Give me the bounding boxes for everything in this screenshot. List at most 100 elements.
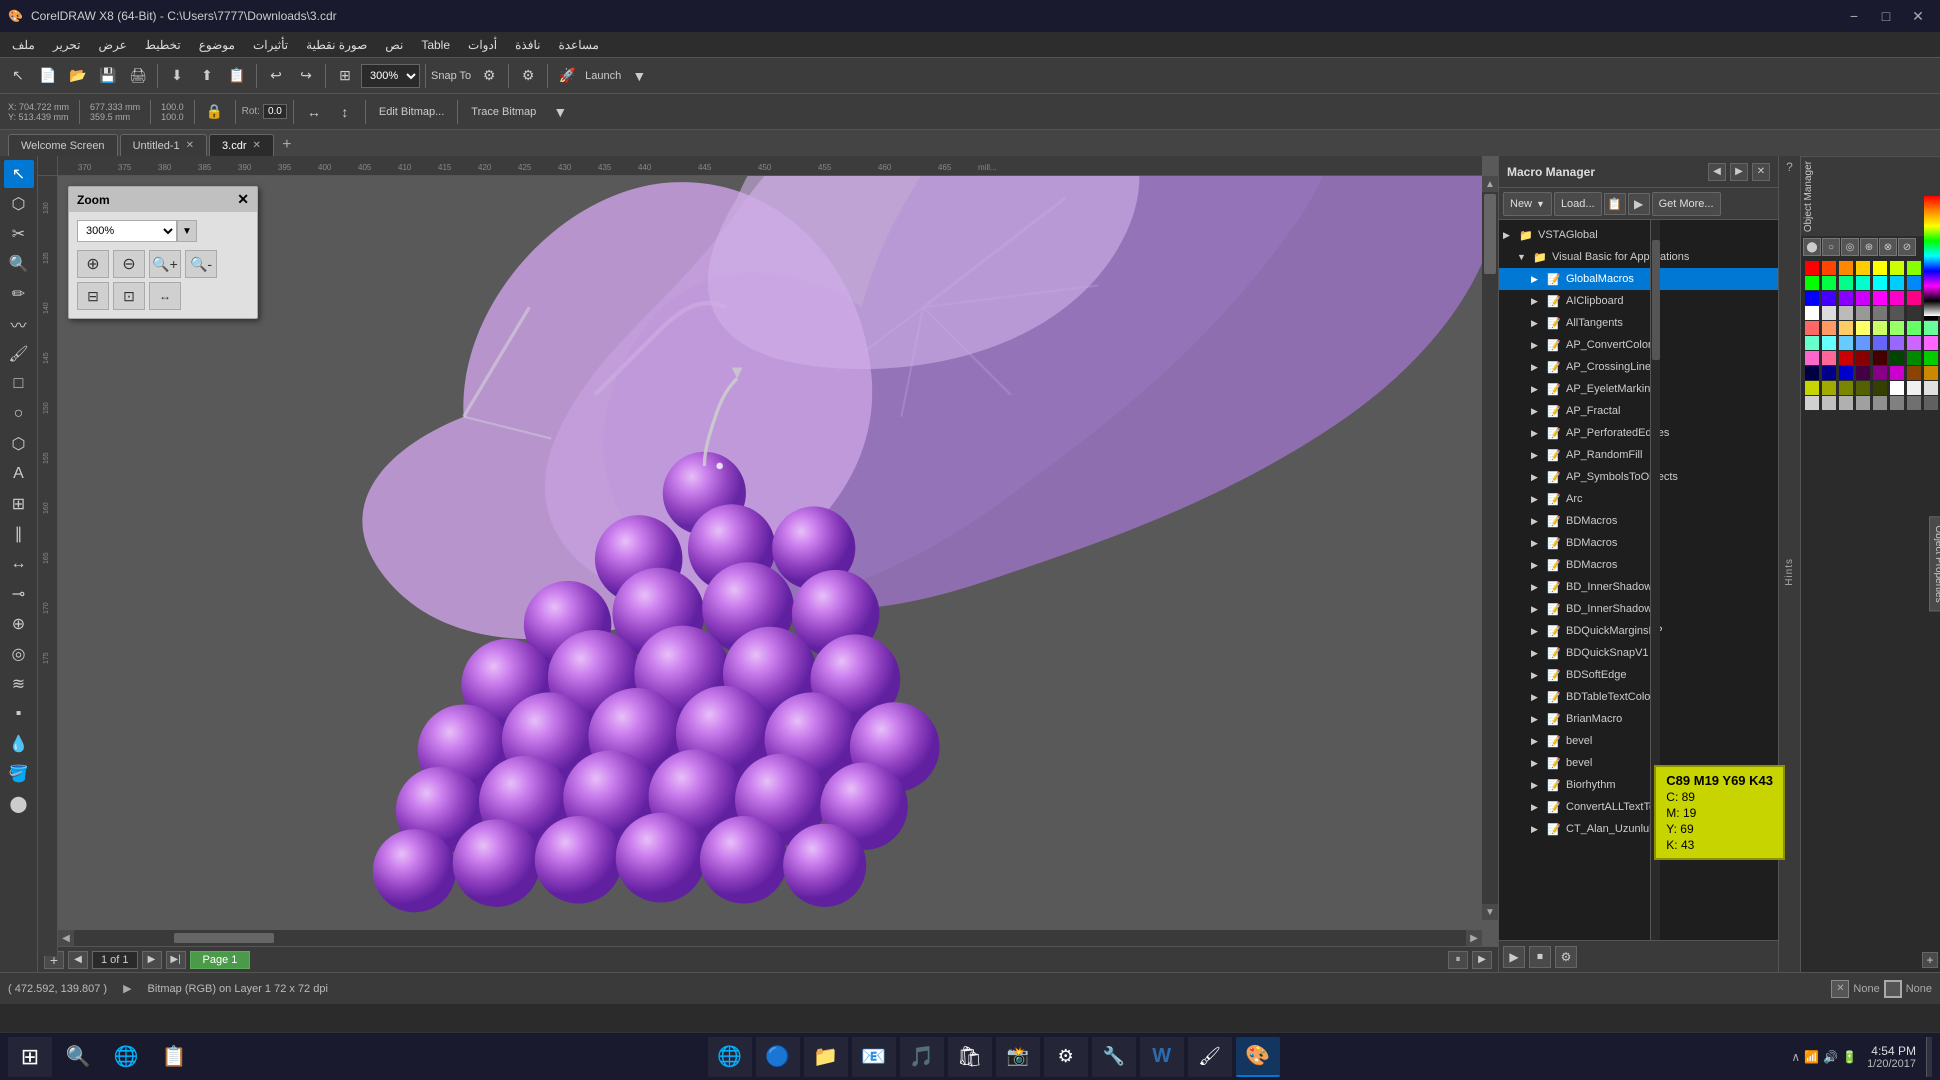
menu-bitmap[interactable]: صورة نقطية <box>298 34 375 56</box>
color-swatch-51[interactable] <box>1856 351 1870 365</box>
color-swatch-52[interactable] <box>1873 351 1887 365</box>
select-tool-btn[interactable]: ↖ <box>4 62 32 90</box>
color-swatch-14[interactable] <box>1907 276 1921 290</box>
tree-item-bdsnap[interactable]: ▶ 📝 BDQuickSnapV1 <box>1499 642 1778 664</box>
color-swatch-4[interactable] <box>1873 261 1887 275</box>
color-swatch-79[interactable] <box>1924 396 1938 410</box>
stroke-color-btn[interactable] <box>1884 980 1902 998</box>
color-swatch-19[interactable] <box>1856 291 1870 305</box>
save-btn[interactable]: 💾 <box>94 62 122 90</box>
color-swatch-37[interactable] <box>1890 321 1904 335</box>
fill-tool[interactable]: 🪣 <box>4 760 34 788</box>
zoom-fit-btn[interactable]: ⊡ <box>113 282 145 310</box>
macro-vba-btn[interactable]: ▶ <box>1628 193 1650 215</box>
color-tool-1[interactable]: ⬤ <box>1803 238 1821 256</box>
nav-pause-btn[interactable]: ⏸ <box>1448 951 1468 969</box>
snap-settings-btn[interactable]: ⚙ <box>475 62 503 90</box>
menu-file[interactable]: ملف <box>4 34 43 56</box>
task-view-button[interactable]: 📋 <box>152 1037 196 1077</box>
zoom-control[interactable]: 300% <box>361 64 420 88</box>
tree-scrollbar-thumb[interactable] <box>1652 240 1660 360</box>
color-swatch-70[interactable] <box>1907 381 1921 395</box>
zoom-in-btn[interactable]: ⊕ <box>77 250 109 278</box>
options-btn[interactable]: ⚙ <box>514 62 542 90</box>
color-swatch-0[interactable] <box>1805 261 1819 275</box>
color-swatch-76[interactable] <box>1873 396 1887 410</box>
zoom-page-width-btn[interactable]: ↔ <box>149 282 181 310</box>
mirror-h-btn[interactable]: ↔ <box>300 98 328 126</box>
tree-item-aprand[interactable]: ▶ 📝 AP_RandomFill <box>1499 444 1778 466</box>
taskbar-app-photos[interactable]: 📸 <box>996 1037 1040 1077</box>
color-swatch-46[interactable] <box>1907 336 1921 350</box>
menu-text[interactable]: نص <box>377 34 411 56</box>
color-swatch-3[interactable] <box>1856 261 1870 275</box>
color-swatch-26[interactable] <box>1839 306 1853 320</box>
color-swatch-13[interactable] <box>1890 276 1904 290</box>
hscroll-thumb[interactable] <box>174 933 274 943</box>
tree-item-apeyelet[interactable]: ▶ 📝 AP_EyeletMarking <box>1499 378 1778 400</box>
macro-panel-next[interactable]: ▶ <box>1730 163 1748 181</box>
vscroll-thumb[interactable] <box>1484 194 1496 274</box>
edit-bitmap-btn[interactable]: Edit Bitmap... <box>372 98 451 126</box>
color-swatch-61[interactable] <box>1890 366 1904 380</box>
color-swatch-71[interactable] <box>1924 381 1938 395</box>
taskbar-app-ie[interactable]: 🔵 <box>756 1037 800 1077</box>
vscroll-down-btn[interactable]: ▼ <box>1482 904 1498 920</box>
tree-item-aicb[interactable]: ▶ 📝 AIClipboard <box>1499 290 1778 312</box>
color-swatch-68[interactable] <box>1873 381 1887 395</box>
nav-next-btn[interactable]: ▶ <box>1472 951 1492 969</box>
color-swatch-9[interactable] <box>1822 276 1836 290</box>
macro-copy-btn[interactable]: 📋 <box>1604 193 1626 215</box>
taskbar-app-tools2[interactable]: 🔧 <box>1092 1037 1136 1077</box>
canvas-hscroll[interactable]: ◀ ▶ <box>58 930 1482 946</box>
menu-table[interactable]: Table <box>413 34 458 56</box>
window-controls[interactable]: − □ ✕ <box>1840 6 1932 26</box>
tab-3cdr[interactable]: 3.cdr ✕ <box>209 134 274 156</box>
zoom-tool[interactable]: 🔍 <box>4 250 34 278</box>
search-button[interactable]: 🔍 <box>56 1037 100 1077</box>
page-tab-label[interactable]: Page 1 <box>190 951 251 969</box>
tray-battery[interactable]: 🔋 <box>1842 1050 1857 1064</box>
system-clock[interactable]: 4:54 PM 1/20/2017 <box>1863 1044 1920 1070</box>
eyedropper-tool[interactable]: 💧 <box>4 730 34 758</box>
color-swatch-65[interactable] <box>1822 381 1836 395</box>
color-swatch-43[interactable] <box>1856 336 1870 350</box>
color-swatch-2[interactable] <box>1839 261 1853 275</box>
color-tool-2[interactable]: ○ <box>1822 238 1840 256</box>
taskbar-app-corel[interactable]: 🎨 <box>1236 1037 1280 1077</box>
macro-stop-btn[interactable]: ⏹ <box>1529 946 1551 968</box>
tree-item-bdmac2[interactable]: ▶ 📝 BDMacros <box>1499 532 1778 554</box>
zoom-select[interactable]: 300% <box>361 64 420 88</box>
shadow-tool[interactable]: ▪ <box>4 700 34 728</box>
hscroll-left-btn[interactable]: ◀ <box>58 930 74 946</box>
tree-item-bdmac3[interactable]: ▶ 📝 BDMacros <box>1499 554 1778 576</box>
new-btn[interactable]: 📄 <box>34 62 62 90</box>
tray-sound[interactable]: 🔊 <box>1823 1050 1838 1064</box>
color-swatch-35[interactable] <box>1856 321 1870 335</box>
macro-load-btn[interactable]: Load... <box>1554 192 1602 216</box>
tree-item-apconv[interactable]: ▶ 📝 AP_ConvertColors <box>1499 334 1778 356</box>
tree-item-bdquick[interactable]: ▶ 📝 BDQuickMarginsFP <box>1499 620 1778 642</box>
trace-bitmap-btn[interactable]: Trace Bitmap <box>464 98 543 126</box>
color-tool-6[interactable]: ⊘ <box>1898 238 1916 256</box>
launch-arrow[interactable]: ▼ <box>625 62 653 90</box>
color-tool-5[interactable]: ⊗ <box>1879 238 1897 256</box>
zoom-dropdown-arrow[interactable]: ▼ <box>177 220 197 242</box>
cortana-button[interactable]: 🌐 <box>104 1037 148 1077</box>
next-page-btn[interactable]: ▶ <box>142 951 162 969</box>
color-tool-4[interactable]: ⊕ <box>1860 238 1878 256</box>
tree-item-global[interactable]: ▶ 📝 GlobalMacros <box>1499 268 1778 290</box>
color-swatch-33[interactable] <box>1822 321 1836 335</box>
color-swatch-77[interactable] <box>1890 396 1904 410</box>
color-swatch-49[interactable] <box>1822 351 1836 365</box>
tree-item-vba[interactable]: ▼ 📁 Visual Basic for Applications <box>1499 246 1778 268</box>
crop-tool[interactable]: ✂ <box>4 220 34 248</box>
color-swatch-10[interactable] <box>1839 276 1853 290</box>
taskbar-app-settings[interactable]: ⚙ <box>1044 1037 1088 1077</box>
tab-untitled[interactable]: Untitled-1 ✕ <box>120 134 207 156</box>
color-swatch-60[interactable] <box>1873 366 1887 380</box>
color-swatch-78[interactable] <box>1907 396 1921 410</box>
zoom-out-alt-btn[interactable]: 🔍- <box>185 250 217 278</box>
menu-effects[interactable]: تأثيرات <box>245 34 296 56</box>
menu-view[interactable]: عرض <box>91 34 135 56</box>
